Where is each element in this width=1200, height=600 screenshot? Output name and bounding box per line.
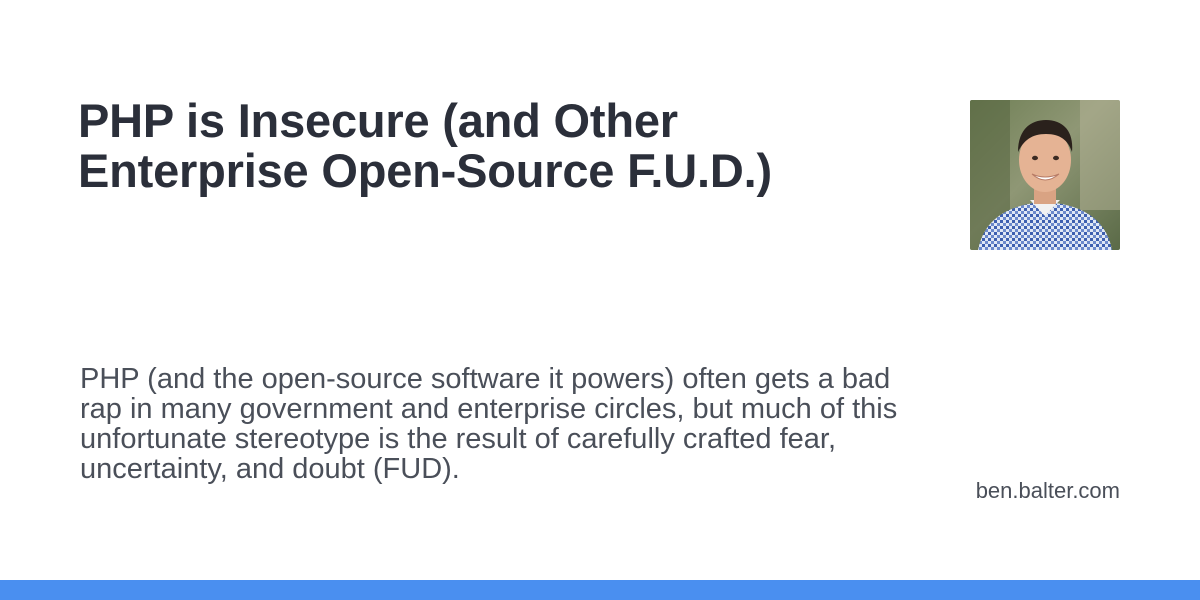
author-avatar: [970, 100, 1120, 250]
site-domain: ben.balter.com: [975, 478, 1120, 503]
social-share-card: PHP is Insecure (and Other Enterprise Op…: [0, 0, 1200, 600]
author-photo-icon: [970, 100, 1120, 250]
accent-bar: [0, 580, 1200, 600]
post-title: PHP is Insecure (and Other Enterprise Op…: [78, 94, 772, 197]
post-description: PHP (and the open-source software it pow…: [80, 363, 898, 485]
